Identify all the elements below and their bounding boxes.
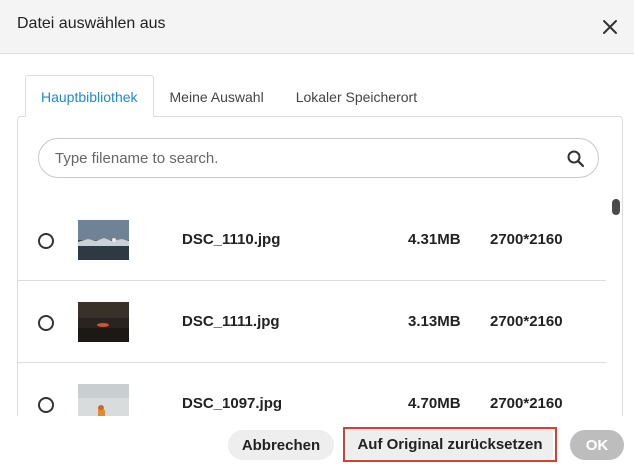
table-row[interactable]: DSC_1097.jpg 4.70MB 2700*2160 [18, 363, 606, 416]
file-radio[interactable] [38, 315, 54, 331]
tab-lokaler-speicherort[interactable]: Lokaler Speicherort [280, 75, 433, 117]
file-thumbnail [78, 302, 129, 342]
file-radio[interactable] [38, 233, 54, 249]
ok-button[interactable]: OK [570, 430, 624, 460]
file-dimensions: 2700*2160 [490, 313, 563, 330]
dialog-title: Datei auswählen aus [17, 15, 166, 32]
file-panel: DSC_1110.jpg 4.31MB 2700*2160 DSC_1111.j… [17, 116, 623, 416]
reset-button-highlight: Auf Original zurücksetzen [343, 427, 557, 462]
file-list: DSC_1110.jpg 4.31MB 2700*2160 DSC_1111.j… [18, 199, 606, 416]
file-name: DSC_1110.jpg [182, 231, 281, 248]
file-dimensions: 2700*2160 [490, 231, 563, 248]
search-input[interactable] [55, 139, 555, 177]
table-row[interactable]: DSC_1110.jpg 4.31MB 2700*2160 [18, 199, 606, 281]
tab-bar: Hauptbibliothek Meine Auswahl Lokaler Sp… [25, 75, 433, 117]
file-radio[interactable] [38, 397, 54, 413]
cancel-button[interactable]: Abbrechen [228, 430, 334, 460]
file-size: 4.31MB [408, 231, 461, 248]
file-size: 3.13MB [408, 313, 461, 330]
file-size: 4.70MB [408, 395, 461, 412]
reset-to-original-button[interactable]: Auf Original zurücksetzen [347, 430, 553, 459]
file-name: DSC_1097.jpg [182, 395, 283, 412]
dialog-header: Datei auswählen aus [0, 0, 634, 54]
scrollbar-thumb[interactable] [612, 199, 620, 215]
file-thumbnail [78, 220, 129, 260]
file-thumbnail [78, 384, 129, 416]
file-dimensions: 2700*2160 [490, 395, 563, 412]
tab-hauptbibliothek[interactable]: Hauptbibliothek [25, 75, 154, 117]
search-icon[interactable] [566, 149, 586, 169]
close-icon[interactable] [596, 13, 624, 41]
tab-meine-auswahl[interactable]: Meine Auswahl [154, 75, 280, 117]
file-name: DSC_1111.jpg [182, 313, 280, 330]
table-row[interactable]: DSC_1111.jpg 3.13MB 2700*2160 [18, 281, 606, 363]
search-box [38, 138, 599, 178]
